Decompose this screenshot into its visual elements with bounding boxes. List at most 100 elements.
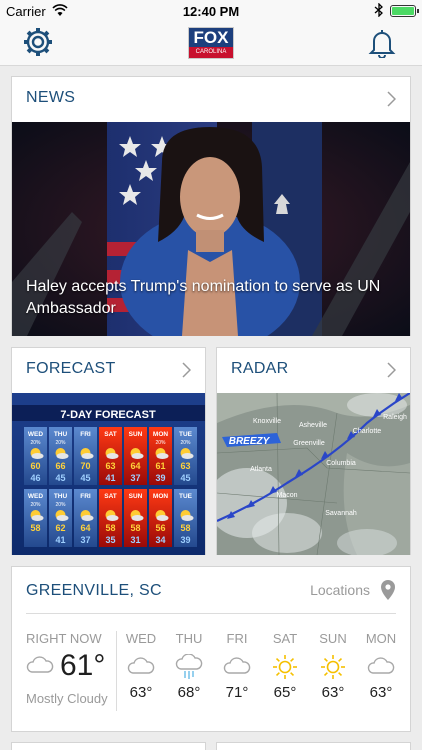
bell-icon[interactable] [368, 28, 396, 58]
forecast-day-label: WED [28, 431, 43, 438]
forecast-day-label: THU [54, 493, 68, 500]
day-name: FRI [226, 631, 248, 646]
forecast-precip: 20% [30, 502, 41, 508]
forecast-day-label: SAT [104, 431, 117, 438]
forecast-graphic-title: 7-DAY FORECAST [60, 409, 156, 421]
forecast-low: 34 [155, 535, 165, 545]
radar-city-label: Knoxville [253, 418, 281, 425]
location-pin-icon[interactable] [380, 579, 396, 601]
chevron-right-icon [182, 362, 191, 378]
forecast-high: 58 [180, 523, 190, 533]
cloud-icon [223, 657, 251, 674]
cloud-icon [131, 515, 144, 521]
forecast-day-label: TUE [179, 493, 193, 500]
radar-city-label: Atlanta [250, 466, 272, 473]
locations-link[interactable]: Locations [310, 582, 370, 598]
forecast-day-sun[interactable]: SUN 63° [309, 631, 357, 701]
forecast-high: 63 [180, 461, 190, 471]
forecast-low: 31 [130, 535, 140, 545]
forecast-low: 37 [130, 473, 140, 483]
cloud-icon [26, 656, 54, 673]
radar-card[interactable]: RADAR BREEZY Knoxville Asheville Charlot… [216, 347, 411, 555]
forecast-precip: 20% [55, 502, 66, 508]
forecast-day-sat[interactable]: SAT 65° [261, 631, 309, 701]
sun-icon [273, 655, 297, 679]
forecast-day-thu[interactable]: THU 68° [165, 631, 213, 701]
nav-bar: FOX CAROLINA [0, 22, 422, 66]
forecast-header[interactable]: FORECAST [12, 348, 205, 392]
cloud-icon [131, 453, 144, 459]
news-card[interactable]: NEWS Haley accepts Trump's nomination to… [11, 76, 411, 336]
current-temperature: 61° [60, 649, 106, 682]
bluetooth-icon [374, 3, 383, 17]
radar-city-label: Savannah [325, 510, 357, 517]
day-name: THU [175, 631, 203, 646]
day-name: MON [365, 631, 397, 646]
forecast-low: 45 [80, 473, 90, 483]
cloud-icon [31, 515, 44, 521]
forecast-high: 63 [105, 461, 115, 471]
forecast-precip: 20% [180, 440, 191, 446]
forecast-graphic[interactable]: 7-DAY FORECAST WED 20% 60 46 THU 20% 66 45 FRI 70… [12, 393, 205, 555]
radar-title: RADAR [231, 360, 289, 377]
forecast-day-wed[interactable]: WED 63° [117, 631, 165, 701]
cloud-icon [156, 515, 169, 521]
forecast-high: 60 [30, 461, 40, 471]
sun-icon [321, 655, 345, 679]
cloud-icon [81, 515, 94, 521]
forecast-precip: 20% [155, 440, 166, 446]
day-temperature: 63° [321, 684, 345, 701]
forecast-low: 37 [80, 535, 90, 545]
forecast-day-fri[interactable]: FRI 71° [213, 631, 261, 701]
status-bar: Carrier 12:40 PM [0, 0, 422, 22]
news-header[interactable]: NEWS [12, 77, 410, 121]
cloud-icon [106, 515, 119, 521]
logo-text: FOX [193, 28, 229, 47]
radar-city-label: Asheville [299, 422, 327, 429]
right-now-label: RIGHT NOW [26, 631, 102, 646]
forecast-day-mon[interactable]: MON 63° [357, 631, 405, 701]
forecast-title: FORECAST [26, 360, 116, 377]
forecast-day-label: FRI [80, 431, 91, 438]
forecast-low: 35 [105, 535, 115, 545]
forecast-low: 41 [105, 473, 115, 483]
radar-map-art: BREEZY Knoxville Asheville CharlotteRaleig… [217, 393, 410, 555]
day-temperature: 63° [369, 684, 393, 701]
fox-carolina-logo: FOX CAROLINA [188, 27, 234, 59]
cloud-icon [56, 453, 69, 459]
weather-card[interactable]: GREENVILLE, SC Locations RIGHT NOW 61° M… [11, 566, 411, 732]
forecast-day-label: FRI [80, 493, 91, 500]
gear-icon[interactable] [22, 26, 54, 58]
forecast-high: 66 [55, 461, 65, 471]
battery-icon [390, 5, 419, 17]
forecast-card[interactable]: FORECAST 7-DAY FORECAST WED 20% 60 46 TH… [11, 347, 206, 555]
forecast-low: 45 [55, 473, 65, 483]
day-temperature: 68° [177, 684, 201, 701]
rain-cloud-icon [175, 654, 203, 679]
forecast-high: 56 [155, 523, 165, 533]
radar-header[interactable]: RADAR [217, 348, 410, 392]
day-temperature: 63° [129, 684, 153, 701]
cloud-icon [56, 515, 69, 521]
breezy-badge: BREEZY [229, 436, 271, 447]
news-photo[interactable]: Haley accepts Trump's nomination to serv… [12, 122, 410, 336]
logo-subtext: CAROLINA [189, 47, 233, 58]
radar-map[interactable]: BREEZY Knoxville Asheville Charlotte Raleig… [217, 393, 410, 555]
radar-city-label: Macon [276, 492, 297, 499]
forecast-low: 45 [180, 473, 190, 483]
cloud-icon [106, 453, 119, 459]
forecast-day-label: WED [28, 493, 43, 500]
next-card-right[interactable] [216, 742, 411, 750]
cloud-icon [367, 657, 395, 674]
next-card-left[interactable] [11, 742, 206, 750]
news-headline[interactable]: Haley accepts Trump's nomination to serv… [26, 276, 406, 320]
forecast-day-label: SUN [129, 493, 143, 500]
forecast-high: 58 [30, 523, 40, 533]
forecast-high: 61 [155, 461, 165, 471]
forecast-day-label: THU [54, 431, 68, 438]
forecast-high: 62 [55, 523, 65, 533]
radar-city-label: Raleigh [383, 414, 407, 421]
forecast-high: 64 [130, 461, 140, 471]
cloud-icon [127, 657, 155, 674]
chevron-right-icon [387, 362, 396, 378]
